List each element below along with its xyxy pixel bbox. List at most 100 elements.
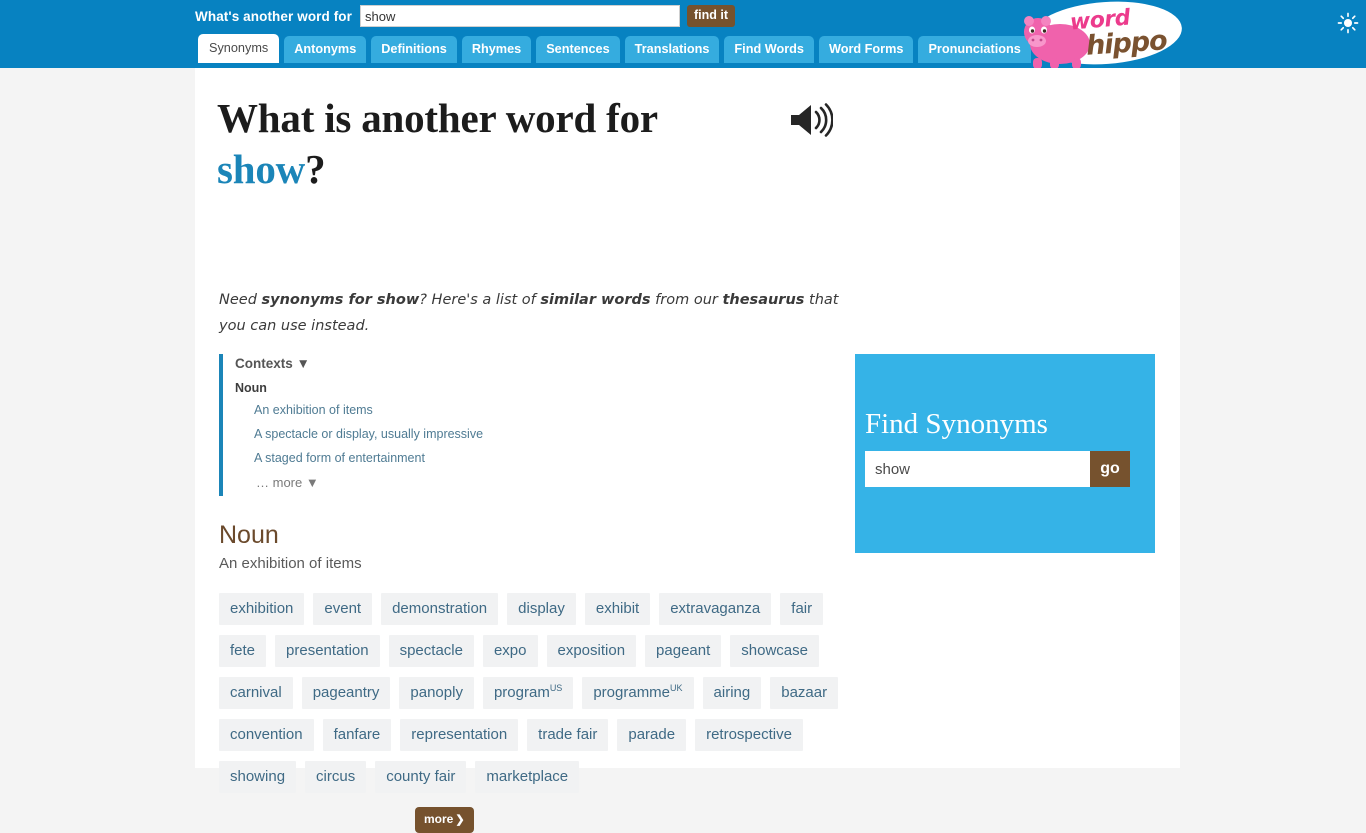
synonym-chip[interactable]: bazaar: [770, 677, 839, 709]
synonym-chip[interactable]: extravaganza: [659, 593, 772, 625]
synonym-chip[interactable]: display: [507, 593, 576, 625]
synonym-chip[interactable]: trade fair: [527, 719, 609, 751]
synonym-chip-region: US: [549, 683, 563, 693]
synonym-chip[interactable]: exhibit: [584, 593, 651, 625]
synonym-chip[interactable]: county fair: [375, 761, 467, 793]
contexts-item[interactable]: A staged form of entertainment: [254, 451, 639, 465]
synonym-chip[interactable]: event: [313, 593, 373, 625]
synonym-chip-label: fete: [230, 642, 256, 659]
synonym-chip[interactable]: pageant: [645, 635, 722, 667]
search-input[interactable]: [360, 5, 681, 27]
contexts-item[interactable]: A spectacle or display, usually impressi…: [254, 427, 639, 441]
synonym-chip-label: demonstration: [392, 600, 488, 617]
tab-definitions[interactable]: Definitions: [371, 36, 457, 63]
synonym-chip-label: retrospective: [706, 726, 792, 743]
synonym-chip-label: representation: [411, 726, 508, 743]
contexts-item[interactable]: An exhibition of items: [254, 403, 639, 417]
sun-icon[interactable]: [1337, 12, 1359, 34]
page-title-prefix: What is another word for: [217, 95, 658, 141]
speaker-icon[interactable]: [789, 102, 833, 138]
synonym-chip-label: exhibition: [230, 600, 294, 617]
section-sense-text: An exhibition of items: [219, 555, 362, 572]
synonym-chip-label: exposition: [557, 642, 626, 659]
synonym-chip[interactable]: presentation: [275, 635, 380, 667]
synonym-chip-label: trade fair: [538, 726, 598, 743]
tab-antonyms[interactable]: Antonyms: [284, 36, 367, 63]
go-button[interactable]: go: [1090, 451, 1130, 487]
synonym-chip[interactable]: parade: [617, 719, 687, 751]
synonym-chip[interactable]: fair: [780, 593, 824, 625]
synonym-chip[interactable]: marketplace: [475, 761, 580, 793]
synonym-chip[interactable]: programmeUK: [582, 677, 694, 709]
synonym-chip-label: fanfare: [333, 726, 381, 743]
synonym-chip-label: panoply: [410, 684, 463, 701]
contexts-more-link[interactable]: … more ▼: [256, 475, 639, 490]
synonym-chip-label: extravaganza: [670, 600, 761, 617]
section-header: Noun An exhibition of items: [219, 520, 819, 572]
tab-rhymes[interactable]: Rhymes: [461, 36, 532, 63]
synonym-chip-label: pageantry: [312, 684, 380, 701]
tab-translations[interactable]: Translations: [624, 36, 720, 63]
tab-word-forms[interactable]: Word Forms: [818, 36, 914, 63]
synonym-chip[interactable]: expo: [482, 635, 538, 667]
synonym-chip-label: parade: [628, 726, 676, 743]
synonym-chip-label: marketplace: [486, 768, 569, 785]
intro-bold1: synonyms for show: [261, 292, 420, 308]
section-pos-heading: Noun: [219, 521, 279, 549]
synonym-chip[interactable]: programUS: [482, 677, 574, 709]
intro-paragraph: Need synonyms for show? Here's a list of…: [219, 287, 844, 339]
synonym-chip-label: showcase: [741, 642, 808, 659]
page-title-word: show: [217, 146, 306, 192]
contexts-toggle[interactable]: Contexts ▼: [235, 356, 639, 371]
search-label: What's another word for: [195, 8, 353, 24]
find-synonyms-panel: Find Synonyms go: [855, 354, 1155, 553]
tab-synonyms[interactable]: Synonyms: [198, 34, 280, 63]
find-it-button[interactable]: find it: [687, 5, 736, 27]
wordhippo-logo[interactable]: word hippo: [1012, 0, 1184, 74]
synonym-chip[interactable]: showcase: [730, 635, 819, 667]
synonym-chip-label: convention: [230, 726, 303, 743]
synonym-chip[interactable]: exposition: [546, 635, 637, 667]
more-button-label: more: [424, 812, 454, 826]
intro-bold3: thesaurus: [722, 292, 805, 308]
synonym-chip[interactable]: exhibition: [219, 593, 305, 625]
synonym-chip[interactable]: showing: [219, 761, 297, 793]
synonym-chip-label: expo: [493, 642, 527, 659]
synonym-chip[interactable]: carnival: [219, 677, 293, 709]
synonym-chip-label: spectacle: [399, 642, 463, 659]
synonym-chip-label: fair: [791, 600, 813, 617]
synonym-chip-label: bazaar: [781, 684, 828, 701]
tab-find-words[interactable]: Find Words: [724, 36, 814, 63]
synonym-chip-label: county fair: [386, 768, 456, 785]
find-synonyms-input[interactable]: [865, 451, 1090, 487]
intro-bold2: similar words: [540, 292, 651, 308]
synonym-chip[interactable]: circus: [305, 761, 367, 793]
synonym-chip[interactable]: fete: [219, 635, 267, 667]
synonym-chip[interactable]: panoply: [399, 677, 474, 709]
synonym-chip-label: programme: [593, 684, 671, 701]
header-search-form: What's another word for find it: [195, 4, 736, 28]
synonym-chip-label: exhibit: [595, 600, 640, 617]
synonym-chip[interactable]: convention: [219, 719, 314, 751]
synonym-chip[interactable]: pageantry: [301, 677, 391, 709]
synonym-chip-label: display: [518, 600, 565, 617]
synonym-chip[interactable]: representation: [400, 719, 519, 751]
intro-part3: from our: [650, 292, 723, 308]
page-title-suffix: ?: [305, 146, 326, 192]
logo-hippo-text: hippo: [1085, 25, 1168, 62]
more-button[interactable]: more ❯: [415, 807, 474, 833]
intro-part2: ? Here's a list of: [419, 292, 541, 308]
synonym-chip-label: pageant: [656, 642, 711, 659]
contexts-pos-label: Noun: [235, 381, 267, 395]
synonym-chip-label: showing: [230, 768, 286, 785]
page-title: What is another word for show?: [217, 93, 837, 195]
synonym-chip[interactable]: fanfare: [322, 719, 392, 751]
intro-part1: Need: [219, 292, 262, 308]
synonym-chip[interactable]: demonstration: [381, 593, 499, 625]
tab-sentences[interactable]: Sentences: [536, 36, 620, 63]
synonym-chip-label: presentation: [286, 642, 369, 659]
synonym-chip[interactable]: retrospective: [695, 719, 803, 751]
synonym-chip-region: UK: [670, 683, 683, 693]
synonym-chip[interactable]: spectacle: [388, 635, 474, 667]
synonym-chip[interactable]: airing: [702, 677, 762, 709]
